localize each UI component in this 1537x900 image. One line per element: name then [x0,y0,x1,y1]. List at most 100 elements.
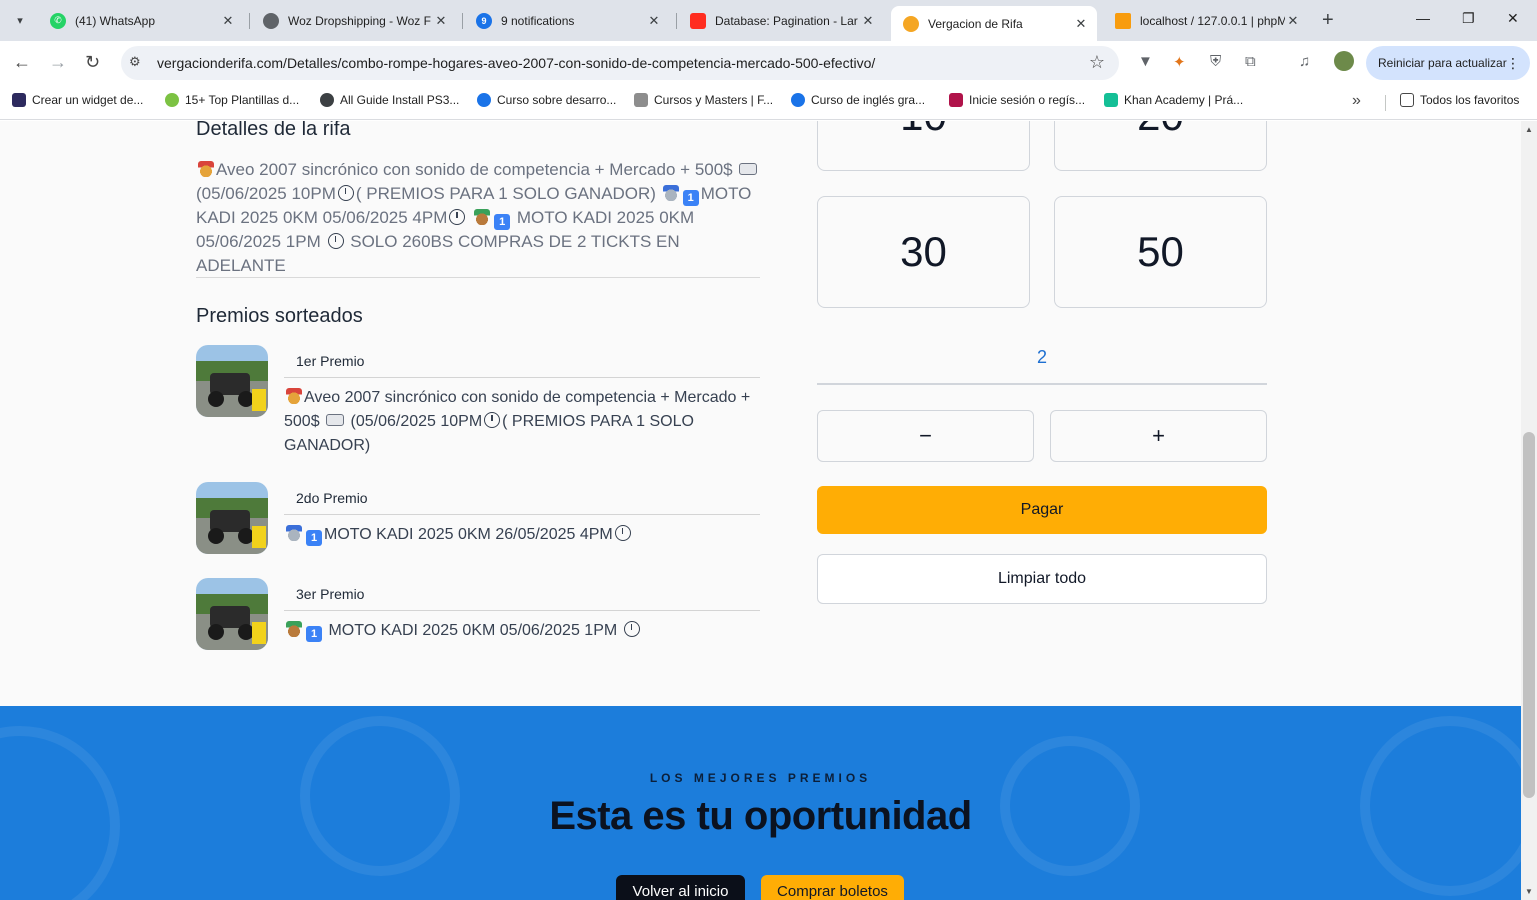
clock-icon [614,525,631,541]
divider [196,277,760,278]
bookmark-label: All Guide Install PS3... [340,93,460,107]
extensions-puzzle-icon[interactable]: ⧉ [1245,53,1256,70]
keycap-one-icon: 1 [682,190,699,206]
shield-extension-icon[interactable]: ⛨ [1210,53,1221,70]
globe-icon [263,12,279,29]
back-icon[interactable]: ← [13,52,31,72]
bookmark-label: Curso sobre desarro... [497,93,617,107]
prize-image[interactable] [196,345,268,417]
url-text[interactable]: vergacionderifa.com/Detalles/combo-rompe… [157,55,875,71]
page-scrollbar[interactable]: ▲ ▼ [1521,121,1537,900]
prize-item-1: 1er Premio Aveo 2007 sincrónico con soni… [196,345,760,465]
close-tab-icon[interactable]: ✕ [1073,16,1089,32]
all-bookmarks-folder[interactable]: Todos los favoritos [1400,93,1519,107]
bookmark-icon [165,93,179,107]
scroll-up-icon[interactable]: ▲ [1525,125,1533,134]
media-control-icon[interactable]: ♫ [1299,53,1310,70]
clear-all-button[interactable]: Limpiar todo [817,554,1267,604]
prize-label: 2do Premio [296,490,368,506]
reload-icon[interactable]: ↻ [85,52,100,72]
bookmarks-bar: Crear un widget de... 15+ Top Plantillas… [0,85,1537,120]
tab-woz[interactable]: Woz Dropshipping - Woz F ✕ [251,6,457,35]
close-tab-icon[interactable]: ✕ [1285,13,1301,29]
increment-button[interactable]: + [1050,410,1267,462]
close-tab-icon[interactable]: ✕ [646,13,662,29]
tab-whatsapp[interactable]: ✆ (41) WhatsApp ✕ [38,6,244,35]
quantity-option-10[interactable]: 10 [817,121,1030,171]
details-title: Detalles de la rifa [196,121,351,140]
prize-item-3: 3er Premio 1 MOTO KADI 2025 0KM 05/06/20… [196,578,760,658]
minimize-icon[interactable]: — [1416,10,1430,26]
folder-icon [1400,93,1414,107]
close-window-icon[interactable]: ✕ [1507,10,1519,27]
bookmark-label: Curso de inglés gra... [811,93,926,107]
bookmark-item[interactable]: Curso de inglés gra... [791,93,925,107]
bookmark-icon [1104,93,1118,107]
close-tab-icon[interactable]: ✕ [433,13,449,29]
quantity-value: 30 [900,228,947,275]
tab-search-chevron-icon[interactable]: ▾ [8,8,32,32]
tab-laravel[interactable]: Database: Pagination - Lar ✕ [678,6,884,35]
prize-item-2: 2do Premio 1 MOTO KADI 2025 0KM 26/05/202… [196,482,760,562]
quantity-value: 10 [900,121,947,140]
bookmark-item[interactable]: Curso sobre desarro... [477,93,616,107]
prize-label: 3er Premio [296,586,365,602]
prize-description: 1 MOTO KADI 2025 0KM 05/06/2025 1PM [284,619,760,643]
quantity-option-30[interactable]: 30 [817,196,1030,308]
vue-extension-icon[interactable]: ▼ [1138,53,1153,70]
restore-icon[interactable]: ❐ [1462,10,1475,27]
close-tab-icon[interactable]: ✕ [860,13,876,29]
bookmark-item[interactable]: 15+ Top Plantillas d... [165,93,299,107]
bookmark-label: Cursos y Masters | F... [654,93,774,107]
address-bar[interactable]: ⚙ vergacionderifa.com/Detalles/combo-rom… [121,46,1119,80]
metamask-extension-icon[interactable]: ✦ [1173,53,1186,71]
all-bookmarks-label: Todos los favoritos [1420,93,1520,107]
bookmark-item[interactable]: All Guide Install PS3... [320,93,459,107]
prizes-title: Premios sorteados [196,305,363,327]
cash-icon [326,414,345,426]
keycap-one-icon: 1 [494,214,511,230]
prize-image[interactable] [196,578,268,650]
whatsapp-icon: ✆ [50,12,66,29]
back-home-button[interactable]: Volver al inicio [616,875,745,900]
tab-vergacion-active[interactable]: Vergacion de Rifa ✕ [891,6,1097,41]
tab-notifications[interactable]: 9 9 notifications ✕ [464,6,670,35]
bronze-medal-icon [474,209,491,225]
quantity-value: 20 [1137,121,1184,140]
bookmark-label: Khan Academy | Prá... [1124,93,1244,107]
new-tab-icon[interactable]: + [1322,10,1334,30]
pay-button[interactable]: Pagar [817,486,1267,534]
rifa-icon [903,15,919,32]
raffle-description: Aveo 2007 sincrónico con sonido de compe… [196,158,762,278]
close-tab-icon[interactable]: ✕ [220,13,236,29]
bookmark-item[interactable]: Crear un widget de... [12,93,143,107]
ticket-count[interactable]: 2 [817,347,1267,368]
bookmark-item[interactable]: Inicie sesión o regís... [949,93,1085,107]
bookmark-star-icon[interactable]: ☆ [1089,52,1105,73]
quantity-option-20[interactable]: 20 [1054,121,1267,171]
browser-toolbar: ← → ↻ ⚙ vergacionderifa.com/Detalles/com… [0,41,1537,85]
profile-avatar[interactable] [1334,51,1354,71]
more-bookmarks-icon[interactable]: » [1352,92,1361,110]
clock-icon [449,209,466,225]
page-viewport: Detalles de la rifa Aveo 2007 sincrónico… [0,121,1521,900]
desc-text: KADI 2025 0KM 05/06/2025 4PM [196,208,448,227]
menu-dots-icon[interactable]: ⋮ [1506,55,1520,72]
scroll-down-icon[interactable]: ▼ [1525,887,1533,896]
banner-eyebrow: LOS MEJORES PREMIOS [649,771,872,785]
forward-icon[interactable]: → [49,52,67,72]
tab-phpmyadmin[interactable]: localhost / 127.0.0.1 | phpM ✕ [1103,6,1309,35]
bookmark-item[interactable]: Cursos y Masters | F... [634,93,773,107]
buy-tickets-button[interactable]: Comprar boletos [761,875,904,900]
update-label: Reiniciar para actualizar [1378,56,1507,70]
bookmark-item[interactable]: Khan Academy | Prá... [1104,93,1243,107]
site-settings-icon[interactable]: ⚙ [129,54,141,70]
cash-icon [739,163,758,175]
desc-text: 05/06/2025 1PM [196,232,321,251]
update-button[interactable]: Reiniciar para actualizar ⋮ [1366,46,1530,80]
prize-image[interactable] [196,482,268,554]
scroll-thumb[interactable] [1523,432,1535,798]
decrement-button[interactable]: − [817,410,1034,462]
tab-strip: ▾ ✆ (41) WhatsApp ✕ Woz Dropshipping - W… [0,0,1537,41]
quantity-option-50[interactable]: 50 [1054,196,1267,308]
